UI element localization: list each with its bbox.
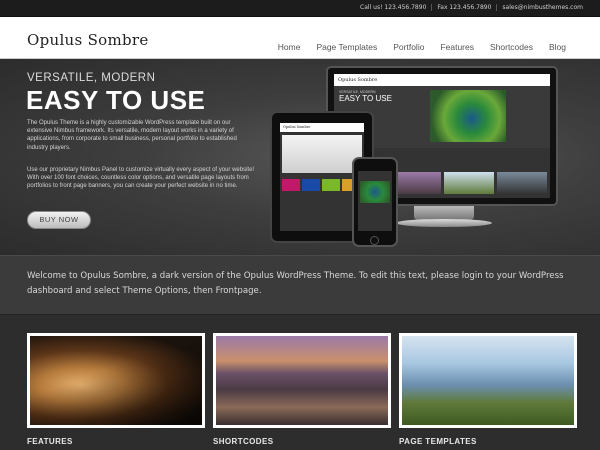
tablet-logo: Opulus Sombre: [283, 125, 311, 129]
fax-number: Fax 123.456.7890: [432, 4, 498, 11]
device-mockup: Opulus Sombre VERSATILE, MODERN EASY TO …: [268, 59, 568, 255]
phone-screen: [358, 171, 392, 231]
phone-image: [360, 181, 390, 203]
phone-mockup: [352, 157, 398, 247]
nav-home[interactable]: Home: [278, 42, 301, 52]
nav-portfolio[interactable]: Portfolio: [393, 42, 424, 52]
couple-image: [402, 336, 574, 425]
nav-features[interactable]: Features: [440, 42, 474, 52]
card-label-shortcodes[interactable]: SHORTCODES: [213, 437, 273, 446]
nav-page-templates[interactable]: Page Templates: [316, 42, 377, 52]
site-logo[interactable]: Opulus Sombre: [27, 31, 149, 49]
mockup-thumb: [391, 172, 441, 194]
tablet-thumb: [282, 179, 300, 191]
tablet-header: Opulus Sombre: [280, 123, 364, 132]
card-label-features[interactable]: FEATURES: [27, 437, 73, 446]
feature-cards: FEATURES SHORTCODES PAGE TEMPLATES: [0, 315, 600, 450]
nav-blog[interactable]: Blog: [549, 42, 566, 52]
phone-home-button: [370, 236, 379, 245]
hero-title: EASY TO USE: [26, 85, 206, 115]
guitar-image: [30, 336, 202, 425]
mockup-title: EASY TO USE: [339, 94, 392, 103]
email-link[interactable]: sales@nimbusthemes.com: [497, 4, 588, 11]
card-page-templates[interactable]: [399, 333, 577, 428]
buy-now-button[interactable]: BUY NOW: [27, 211, 91, 229]
peacock-image: [430, 90, 506, 142]
tablet-thumb: [302, 179, 320, 191]
card-label-page-templates[interactable]: PAGE TEMPLATES: [399, 437, 477, 446]
tablet-thumb: [322, 179, 340, 191]
main-nav: Home Page Templates Portfolio Features S…: [278, 42, 566, 52]
monitor-stand: [414, 206, 474, 220]
mockup-thumb: [444, 172, 494, 194]
card-shortcodes[interactable]: [213, 333, 391, 428]
welcome-section: Welcome to Opulus Sombre, a dark version…: [0, 255, 600, 315]
hero-paragraph-1: The Opulus Theme is a highly customizabl…: [27, 120, 237, 151]
mockup-thumb: [497, 172, 547, 194]
city-image: [216, 336, 388, 425]
tablet-thumbnails: [282, 179, 360, 191]
hero-kicker: VERSATILE, MODERN: [27, 72, 156, 84]
phone-number: Call us! 123.456.7890: [355, 4, 433, 11]
hero-paragraph-2: Use our proprietary Nimbus Panel to cust…: [27, 167, 255, 190]
nav-shortcodes[interactable]: Shortcodes: [490, 42, 533, 52]
mockup-header: Opulus Sombre: [334, 74, 550, 86]
mockup-logo: Opulus Sombre: [338, 77, 378, 83]
site-header: Opulus Sombre Home Page Templates Portfo…: [0, 17, 600, 59]
welcome-text: Welcome to Opulus Sombre, a dark version…: [27, 271, 564, 296]
top-contact-bar: Call us! 123.456.7890 Fax 123.456.7890 s…: [0, 0, 600, 17]
tablet-hero-image: [282, 135, 362, 173]
contact-info: Call us! 123.456.7890 Fax 123.456.7890 s…: [355, 4, 588, 11]
monitor-base: [396, 219, 492, 227]
card-features[interactable]: [27, 333, 205, 428]
